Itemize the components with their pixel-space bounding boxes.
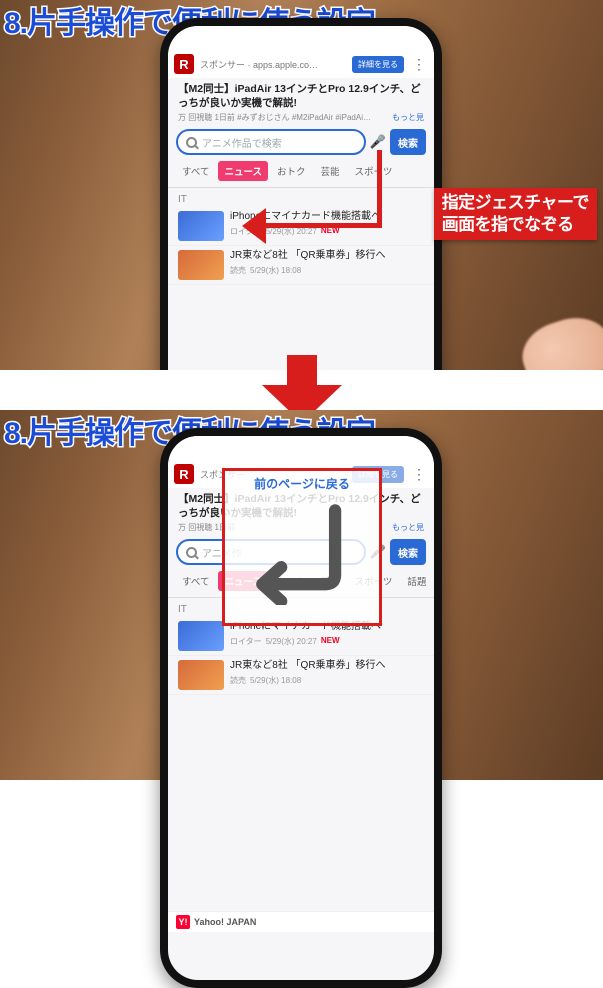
tab-bar-label[interactable]: Y! Yahoo! JAPAN <box>168 911 434 932</box>
app-header: R スポンサー · apps.apple.co… 詳細を見る ⋮ <box>168 50 434 78</box>
item-meta: 読売 5/29(水) 18:08 <box>230 675 424 686</box>
search-icon <box>186 547 197 558</box>
item-title: iPhoneにマイナカード機能搭載へ <box>230 211 424 224</box>
detail-button[interactable]: 詳細を見る <box>352 56 404 73</box>
item-thumb <box>178 250 224 280</box>
transition-area <box>0 370 603 410</box>
list-item[interactable]: JR東など8社 「QR乗車券」移行へ 読売 5/29(水) 18:08 <box>168 246 434 285</box>
gesture-trace-icon <box>245 501 359 605</box>
status-bar <box>168 436 434 460</box>
more-link[interactable]: もっと見 <box>392 522 424 533</box>
item-title: JR東など8社 「QR乗車券」移行へ <box>230 660 424 673</box>
video-card[interactable]: 【M2同士】iPadAir 13インチとPro 12.9インチ、どっちが良いか実… <box>176 78 426 127</box>
item-thumb <box>178 660 224 690</box>
search-button[interactable]: 検索 <box>390 539 426 565</box>
search-placeholder: アニメ作品で検索 <box>202 135 282 150</box>
category-tabs: すべて ニュース おトク 芸能 スポーツ <box>168 159 434 188</box>
tab-geino[interactable]: 芸能 <box>315 161 346 181</box>
search-input[interactable]: アニメ作品で検索 <box>176 129 366 155</box>
sponsor-label: スポンサー · apps.apple.co… <box>200 58 346 71</box>
rakuten-logo: R <box>174 54 194 74</box>
menu-icon[interactable]: ⋮ <box>410 56 428 73</box>
status-bar <box>168 26 434 50</box>
tab-news[interactable]: ニュース <box>218 161 268 181</box>
item-meta: ロイター 5/29(水) 20:27 NEW <box>230 636 424 647</box>
menu-icon[interactable]: ⋮ <box>410 466 428 483</box>
tab-sports[interactable]: スポーツ <box>349 161 399 181</box>
item-thumb <box>178 621 224 651</box>
rakuten-logo: R <box>174 464 194 484</box>
search-icon <box>186 137 197 148</box>
tab-wadai[interactable]: 話題 <box>401 571 432 591</box>
gesture-action-label: 前のページに戻る <box>225 475 379 492</box>
tutorial-panel-after: 8.片手操作で便利に使う設定 R スポンサー 詳細を見る ⋮ 【M2同士】iPa… <box>0 410 603 780</box>
item-title: JR東など8社 「QR乗車券」移行へ <box>230 250 424 263</box>
search-row: アニメ作品で検索 🎤 検索 <box>176 129 426 155</box>
mic-icon[interactable]: 🎤 <box>370 134 386 150</box>
yahoo-icon: Y! <box>176 915 190 929</box>
tab-all[interactable]: すべて <box>176 571 215 591</box>
video-meta: 万 回視聴 1日前 #みずおじさん #M2iPadAir #iPadAi… もっ… <box>176 112 426 127</box>
list-item[interactable]: iPhoneにマイナカード機能搭載へ ロイター 5/29(水) 20:27 NE… <box>168 207 434 246</box>
video-headline: 【M2同士】iPadAir 13インチとPro 12.9インチ、どっちが良いか実… <box>176 78 426 112</box>
more-link[interactable]: もっと見 <box>392 112 424 123</box>
item-thumb <box>178 211 224 241</box>
tutorial-panel-before: 8.片手操作で便利に使う設定 R スポンサー · apps.apple.co… … <box>0 0 603 370</box>
item-meta: ロイター 5/29(水) 20:27 NEW <box>230 226 424 237</box>
tab-all[interactable]: すべて <box>176 161 215 181</box>
section-label: IT <box>168 188 434 207</box>
annotation-callout: 指定ジェスチャーで 画面を指でなぞる <box>434 188 597 240</box>
search-button[interactable]: 検索 <box>390 129 426 155</box>
list-item[interactable]: JR東など8社 「QR乗車券」移行へ 読売 5/29(水) 18:08 <box>168 656 434 695</box>
tab-otoku[interactable]: おトク <box>271 161 312 181</box>
item-meta: 読売 5/29(水) 18:08 <box>230 265 424 276</box>
gesture-feedback-overlay: 前のページに戻る <box>222 468 382 626</box>
